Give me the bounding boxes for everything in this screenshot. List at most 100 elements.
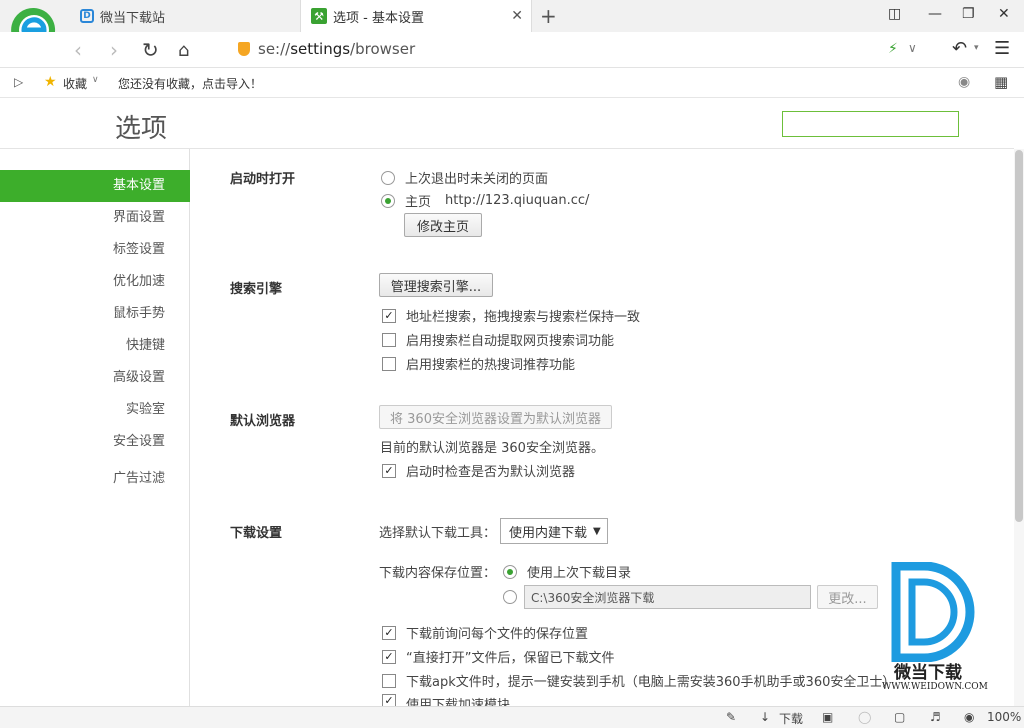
ie-mode-icon[interactable]: ◯ [858,710,871,724]
sidebar-item-advanced[interactable]: 高级设置 [0,362,190,394]
checkbox-checked[interactable]: ✓ [382,694,396,706]
watermark-url: WWW.WEIDOWN.COM [882,682,988,692]
page-title: 选项 [115,114,168,144]
download-tool-label: 选择默认下载工具： [379,526,497,541]
select-value: 使用内建下载 [509,525,588,541]
sidebar-item-basic[interactable]: 基本设置 [0,170,190,202]
sidebar-item-lab[interactable]: 实验室 [0,394,190,426]
pin-icon[interactable]: ✎ [726,710,736,724]
settings-search-input[interactable] [782,111,959,137]
check-default-option[interactable]: ✓ 启动时检查是否为默认浏览器 [382,461,575,480]
home-icon[interactable]: ⌂ [178,40,189,61]
option-label: 启用搜索栏自动提取网页搜索词功能 [406,334,615,349]
address-input[interactable]: se://settings/browser [258,40,415,58]
weidown-favicon-icon: D [80,9,94,23]
option-label: 启用搜索栏的热搜词推荐功能 [406,358,576,373]
new-tab-icon[interactable]: + [540,4,557,28]
checkbox[interactable] [382,673,396,688]
download-option-4[interactable]: ✓ 使用下载加速模块 [382,694,510,706]
download-arrow-icon[interactable]: ↓ [760,710,770,724]
zoom-level[interactable]: 100% [987,710,1021,724]
import-bookmarks-link[interactable]: 您还没有收藏，点击导入！ [118,75,262,92]
edit-homepage-button[interactable]: 修改主页 [404,213,482,237]
screenshot-icon[interactable]: ▣ [822,710,833,724]
checkbox-checked[interactable]: ✓ [382,649,396,664]
security-shield-icon [238,42,250,56]
favorites-button[interactable]: 收藏 [63,75,87,92]
chevron-down-icon[interactable]: ∨ [92,75,99,85]
undo-close-icon[interactable]: ↶ [952,38,967,59]
radio-button[interactable] [381,170,395,185]
startup-homepage-option[interactable]: 主页 http://123.qiuquan.cc/ [381,191,589,210]
back-icon[interactable]: ‹ [74,38,82,62]
undo-dropdown-icon[interactable]: ▾ [974,43,979,53]
homepage-url: http://123.qiuquan.cc/ [445,193,590,208]
bookmarks-bar: ▷ ★ 收藏 ∨ 您还没有收藏，点击导入！ ◉ ▦ [0,68,1024,98]
extensions-grid-icon[interactable]: ▦ [994,73,1008,91]
download-option-2[interactable]: ✓ “直接打开”文件后，保留已下载文件 [382,647,614,666]
sidebar-item-security[interactable]: 安全设置 [0,426,190,458]
checkbox[interactable] [382,356,396,371]
download-option-1[interactable]: ✓ 下载前询问每个文件的保存位置 [382,623,588,642]
downloads-button[interactable]: 下载 [779,710,803,727]
sidebar-item-mouse-gestures[interactable]: 鼠标手势 [0,298,190,330]
default-browser-section-title: 默认浏览器 [230,414,296,429]
option-label: 地址栏搜索，拖拽搜索与搜索栏保持一致 [406,310,641,325]
search-option-3[interactable]: 启用搜索栏的热搜词推荐功能 [382,354,575,373]
forward-icon[interactable]: › [110,38,118,62]
checkbox-checked[interactable]: ✓ [382,308,396,323]
sidebar-item-optimize[interactable]: 优化加速 [0,266,190,298]
radio-button[interactable] [381,193,395,208]
search-option-1[interactable]: ✓ 地址栏搜索，拖拽搜索与搜索栏保持一致 [382,306,640,325]
option-label: 使用下载加速模块 [406,698,511,706]
refresh-icon[interactable]: ↻ [142,38,159,62]
checkbox-checked[interactable]: ✓ [382,625,396,640]
option-label: 上次退出时未关闭的页面 [405,172,549,187]
checkbox[interactable] [382,332,396,347]
status-bar: ✎ ↓ 下载 ▣ ◯ ▢ ♬ ◉ 100% [0,706,1024,728]
startup-last-session-option[interactable]: 上次退出时未关闭的页面 [381,168,548,187]
close-tab-icon[interactable]: ✕ [511,8,523,24]
minimize-icon[interactable]: — [928,6,942,22]
close-window-icon[interactable]: ✕ [998,6,1010,22]
download-option-3[interactable]: 下载apk文件时，提示一键安装到手机（电脑上需安装360手机助手或360安全卫士… [382,671,895,690]
save-location-label: 下载内容保存位置： [379,566,497,581]
sidebar-item-adblock[interactable]: 广告过滤 [0,463,190,495]
watermark-brand: 微当下载 [894,663,962,683]
security-guard-icon[interactable]: ◉ [958,74,970,90]
menu-icon[interactable]: ☰ [994,38,1010,59]
search-option-2[interactable]: 启用搜索栏自动提取网页搜索词功能 [382,330,614,349]
set-default-browser-button[interactable]: 将 360安全浏览器设置为默认浏览器 [379,405,612,429]
url-path: /browser [350,40,416,58]
scrollbar-thumb[interactable] [1015,150,1023,522]
radio-button[interactable] [503,564,517,579]
option-label: 启动时检查是否为默认浏览器 [406,465,576,480]
tab-settings[interactable]: ⚒ 选项 - 基本设置 ✕ [300,0,532,32]
tab-title: 选项 - 基本设置 [333,10,424,26]
zoom-icon[interactable]: ◉ [964,710,974,724]
star-icon: ★ [44,74,57,90]
option-label: 下载apk文件时，提示一键安装到手机（电脑上需安装360手机助手或360安全卫士… [406,675,896,690]
sidebar-item-shortcuts[interactable]: 快捷键 [0,330,190,362]
download-path-field[interactable]: C:\360安全浏览器下载 [524,585,811,609]
download-tool-select[interactable]: 使用内建下载 ▼ [500,518,608,544]
radio-button[interactable] [503,590,517,604]
address-toolbar: ‹ › ↻ ⌂ se://settings/browser ⚡ ∨ ↶ ▾ ☰ [0,32,1024,68]
change-path-button[interactable]: 更改... [817,585,878,609]
skin-icon[interactable]: ◫ [888,6,901,22]
speed-mode-icon[interactable]: ⚡ [888,41,898,57]
tab-weidown[interactable]: D 微当下载站 [72,0,300,32]
chevron-down-icon[interactable]: ∨ [908,41,917,55]
download-section-title: 下载设置 [230,526,283,541]
manage-search-engines-button[interactable]: 管理搜索引擎... [379,273,493,297]
wrench-icon: ⚒ [311,8,327,24]
sidebar-item-tabs[interactable]: 标签设置 [0,234,190,266]
restore-icon[interactable]: ❐ [962,6,975,22]
sidebar-item-interface[interactable]: 界面设置 [0,202,190,234]
option-label: 使用上次下载目录 [527,566,632,581]
use-last-dir-option[interactable]: 使用上次下载目录 [503,562,631,581]
window-icon[interactable]: ▢ [894,710,905,724]
volume-icon[interactable]: ♬ [930,710,941,724]
checkbox-checked[interactable]: ✓ [382,463,396,478]
sidebar-toggle-icon[interactable]: ▷ [14,75,23,89]
